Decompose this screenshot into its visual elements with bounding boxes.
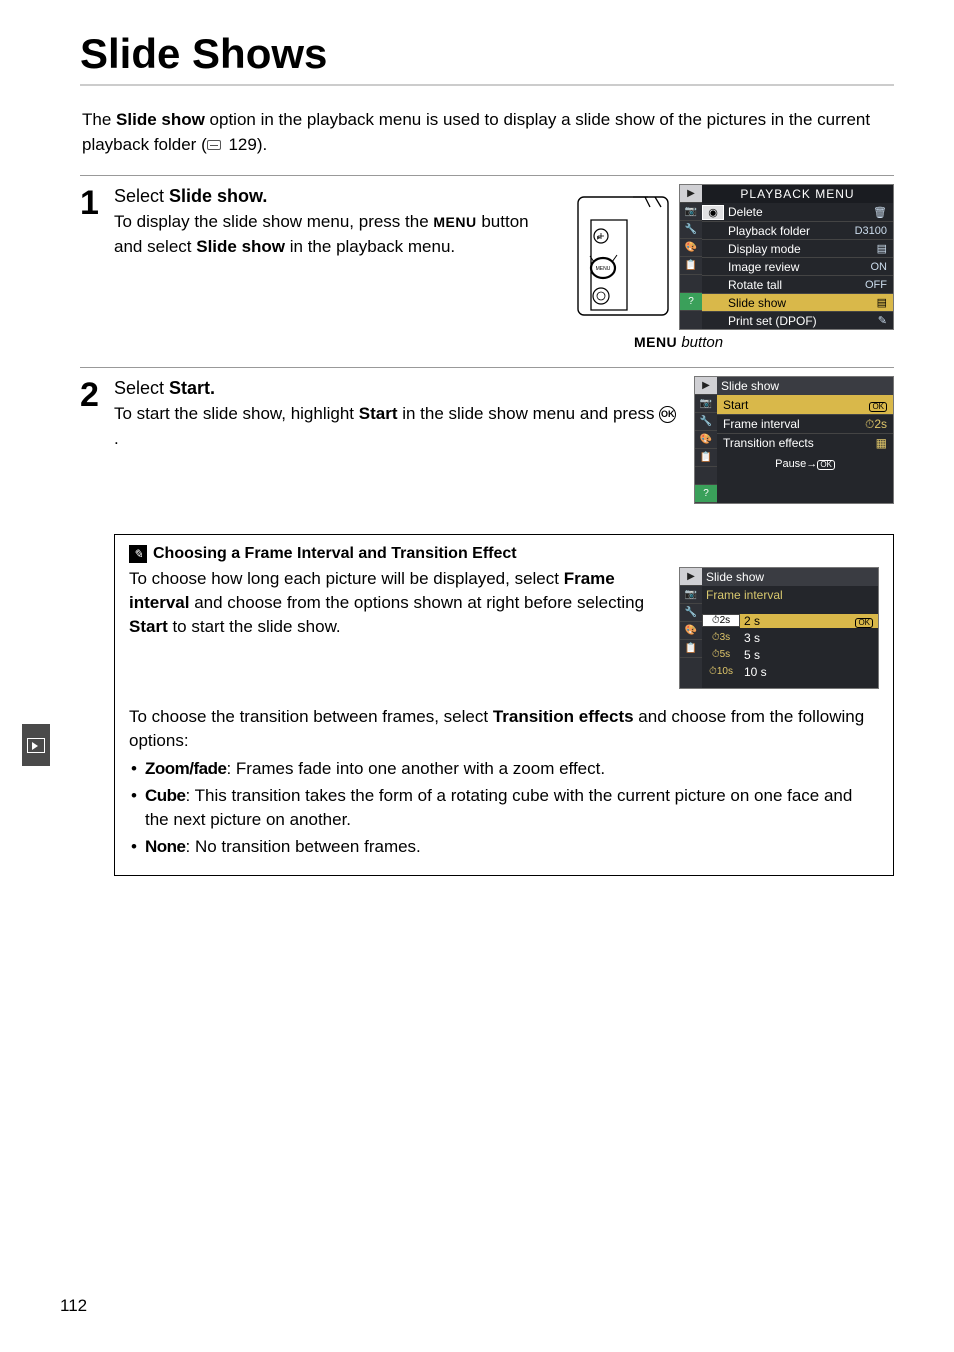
lcd-tab-playback: ▶ xyxy=(680,185,702,203)
step-2-body-mid: in the slide show menu and press xyxy=(397,404,659,423)
step-1-body-post: in the playback menu. xyxy=(285,237,455,256)
lcd2-tab-spacer xyxy=(695,467,717,485)
note-paragraph-2: To choose the transition between frames,… xyxy=(129,705,879,753)
note-p1-post: to start the slide show. xyxy=(168,617,341,636)
lcd1-item: Playback folderD3100 xyxy=(702,221,893,239)
step-2-number: 2 xyxy=(80,378,114,412)
svg-text:▶: ▶ xyxy=(597,235,601,241)
lcd3-title: Slide show xyxy=(702,570,878,584)
lcd2-tab-help: ? xyxy=(695,485,717,503)
lcd3-tab-setup: 🔧 xyxy=(680,604,702,622)
note-p2-bold: Transition effects xyxy=(493,707,634,726)
section-tab-icon xyxy=(22,724,50,766)
lcd1-item: ◉Delete🗑 xyxy=(702,203,893,221)
lcd1-item: Image reviewON xyxy=(702,257,893,275)
separator xyxy=(80,175,894,176)
step-2-body: To start the slide show, highlight Start… xyxy=(114,402,678,451)
step-1-body-bold: Slide show xyxy=(196,237,285,256)
step-2-heading: Select Start. xyxy=(114,376,678,401)
ok-button-glyph: OK xyxy=(659,406,676,423)
lcd2-tab-playback: ▶ xyxy=(695,377,717,395)
note-p1-pre: To choose how long each picture will be … xyxy=(129,569,564,588)
intro-paragraph: The Slide show option in the playback me… xyxy=(80,108,894,157)
lcd3-tab-playback: ▶ xyxy=(680,568,702,586)
lcd3-item: ⏱3s3 s xyxy=(702,629,878,646)
lcd2-pause-text: Pause→ xyxy=(775,458,817,470)
note-bullet: Cube: This transition takes the form of … xyxy=(131,784,879,833)
lcd3-tab-shooting: 📷 xyxy=(680,586,702,604)
lcd3-item: ⏱5s5 s xyxy=(702,646,878,663)
lcd-tab-retouch: 🎨 xyxy=(680,239,702,257)
lcd2-tab-retouch: 🎨 xyxy=(695,431,717,449)
lcd3-item: ⏱2s2 sOK xyxy=(702,612,878,629)
note-box: ✎ Choosing a Frame Interval and Transiti… xyxy=(114,534,894,876)
step-2: 2 Select Start. To start the slide show,… xyxy=(80,376,894,876)
lcd-tab-help: ? xyxy=(680,293,702,311)
step-2-body-post: . xyxy=(114,429,119,448)
step-2-body-bold: Start xyxy=(359,404,398,423)
step-1-number: 1 xyxy=(80,186,114,220)
note-bullet: Zoom/fade: Frames fade into one another … xyxy=(131,757,879,782)
lcd-tab-setup: 🔧 xyxy=(680,221,702,239)
lcd-tab-spacer xyxy=(680,275,702,293)
lcd2-pause-ok: OK xyxy=(817,460,835,470)
camera-illustration: ▶ MENU xyxy=(573,192,673,322)
step-1-body: To display the slide show menu, press th… xyxy=(114,210,557,259)
step-1-head-pre: Select xyxy=(114,186,169,206)
step-1-heading: Select Slide show. xyxy=(114,184,557,209)
intro-bold: Slide show xyxy=(116,110,205,129)
lcd3-tab-retouch: 🎨 xyxy=(680,622,702,640)
caption-ital: button xyxy=(677,334,723,351)
step-1: 1 Select Slide show. To display the slid… xyxy=(80,184,894,351)
step-1-body-pre: To display the slide show menu, press th… xyxy=(114,212,433,231)
lcd-tab-shooting: 📷 xyxy=(680,203,702,221)
lcd3-tab-recent: 📋 xyxy=(680,640,702,658)
lcd1-item: Display mode▤ xyxy=(702,239,893,257)
lcd2-item: Transition effects▦ xyxy=(717,433,893,452)
step-2-body-pre: To start the slide show, highlight xyxy=(114,404,359,423)
slideshow-menu-lcd: ▶ 📷 🔧 🎨 📋 ? Slide show xyxy=(694,376,894,504)
note-title: Choosing a Frame Interval and Transition… xyxy=(153,545,517,563)
note-bullet: None: No transition between frames. xyxy=(131,835,879,860)
lcd2-tab-setup: 🔧 xyxy=(695,413,717,431)
note-paragraph-1: To choose how long each picture will be … xyxy=(129,567,663,638)
menu-button-caption: MENU button xyxy=(463,334,894,351)
caption-menu: MENU xyxy=(634,334,677,350)
lcd1-title: PLAYBACK MENU xyxy=(702,185,893,203)
note-p1-mid: and choose from the options shown at rig… xyxy=(189,593,644,612)
step-2-head-pre: Select xyxy=(114,378,169,398)
lcd2-item: Frame interval⏱2s xyxy=(717,414,893,433)
lcd3-item: ⏱10s10 s xyxy=(702,663,878,680)
step-2-head-bold: Start. xyxy=(169,378,215,398)
separator-2 xyxy=(80,367,894,368)
note-p1-bold2: Start xyxy=(129,617,168,636)
lcd2-title: Slide show xyxy=(717,379,893,393)
lcd2-item: StartOK xyxy=(717,395,893,414)
intro-ref: 129). xyxy=(224,135,267,154)
menu-button-glyph: MENU xyxy=(433,214,476,230)
lcd3-sub: Frame interval xyxy=(702,588,878,602)
page-ref-icon xyxy=(207,140,221,150)
note-p2-pre: To choose the transition between frames,… xyxy=(129,707,493,726)
frame-interval-lcd: ▶ 📷 🔧 🎨 📋 Slide show xyxy=(679,567,879,689)
lcd1-item: Print set (DPOF)✎ xyxy=(702,311,893,329)
lcd1-item: Slide show▤ xyxy=(702,293,893,311)
note-badge-icon: ✎ xyxy=(129,545,147,563)
page-title: Slide Shows xyxy=(80,30,894,86)
note-bullets: Zoom/fade: Frames fade into one another … xyxy=(129,757,879,860)
page-number: 112 xyxy=(60,1296,87,1316)
svg-text:MENU: MENU xyxy=(596,266,611,272)
playback-menu-lcd: ▶ 📷 🔧 🎨 📋 ? PLAYBACK MENU xyxy=(679,184,894,330)
lcd2-tab-recent: 📋 xyxy=(695,449,717,467)
lcd-tab-recent: 📋 xyxy=(680,257,702,275)
lcd2-pause-hint: Pause→OK xyxy=(717,452,893,474)
lcd1-item: Rotate tallOFF xyxy=(702,275,893,293)
step-1-head-bold: Slide show. xyxy=(169,186,267,206)
lcd2-tab-shooting: 📷 xyxy=(695,395,717,413)
intro-pre: The xyxy=(82,110,116,129)
